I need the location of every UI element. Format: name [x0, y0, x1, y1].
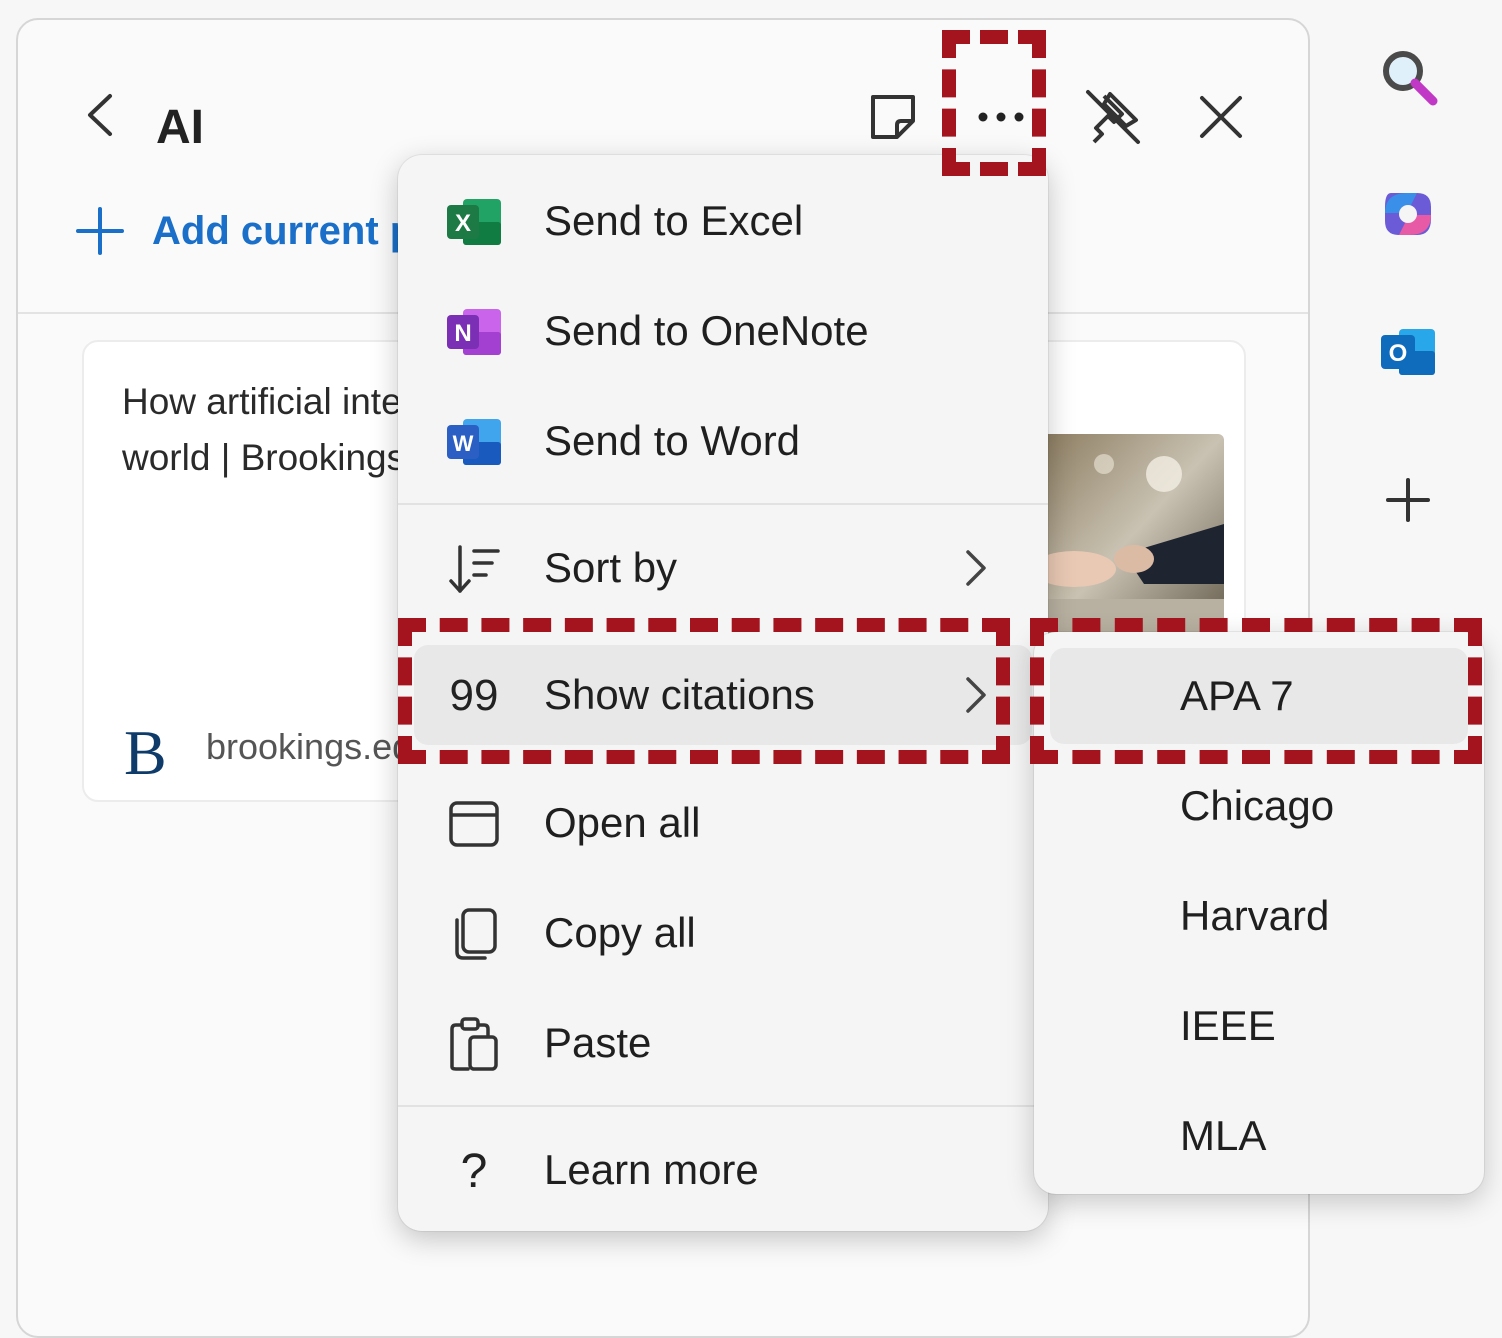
menu-item-label: Send to OneNote — [544, 307, 869, 354]
brookings-logo: B — [124, 717, 167, 788]
back-chevron-icon[interactable] — [80, 90, 120, 140]
menu-item-label: Open all — [544, 799, 701, 846]
menu-item-copy-all[interactable]: Copy all — [414, 883, 1032, 983]
sort-icon — [444, 540, 504, 598]
onenote-glyph: N — [454, 320, 471, 347]
menu-item-paste[interactable]: Paste — [414, 993, 1032, 1093]
word-icon: W — [444, 413, 504, 471]
collection-title: AI — [156, 101, 204, 154]
menu-item-label: Learn more — [544, 1146, 759, 1193]
menu-item-sort-by[interactable]: Sort by — [414, 518, 1032, 618]
menu-item-send-to-word[interactable]: W Send to Word — [414, 391, 1032, 491]
citation-option-label: Harvard — [1180, 892, 1330, 939]
menu-item-open-all[interactable]: Open all — [414, 773, 1032, 873]
chevron-right-icon — [966, 550, 986, 586]
question-glyph: ? — [460, 1144, 488, 1198]
menu-item-learn-more[interactable]: ? Learn more — [414, 1120, 1032, 1220]
search-icon[interactable] — [1372, 40, 1444, 112]
add-current-page-label: Add current p — [152, 208, 415, 253]
citation-option-label: IEEE — [1180, 1002, 1276, 1049]
add-sidebar-app-icon[interactable] — [1372, 464, 1444, 536]
menu-item-label: Send to Word — [544, 417, 801, 464]
callout-apa-7 — [1030, 618, 1482, 764]
paste-icon — [444, 1015, 504, 1073]
outlook-icon[interactable]: O — [1372, 316, 1444, 388]
callout-show-citations — [398, 618, 1010, 764]
question-icon: ? — [444, 1142, 504, 1200]
copy-icon — [444, 905, 504, 963]
add-note-icon[interactable] — [858, 82, 928, 152]
menu-item-send-to-excel[interactable]: X Send to Excel — [414, 171, 1032, 271]
citation-option-label: Chicago — [1180, 782, 1335, 829]
excel-icon: X — [444, 193, 504, 251]
unpin-icon[interactable] — [1078, 82, 1148, 152]
menu-separator — [398, 1105, 1048, 1107]
menu-item-label: Paste — [544, 1019, 652, 1066]
excel-glyph: X — [455, 210, 471, 237]
word-glyph: W — [453, 431, 474, 456]
citation-option-label: MLA — [1180, 1112, 1267, 1159]
citation-option-harvard[interactable]: Harvard — [1050, 868, 1468, 964]
copilot-icon[interactable] — [1372, 178, 1444, 250]
onenote-icon: N — [444, 303, 504, 361]
citation-option-mla[interactable]: MLA — [1050, 1088, 1468, 1184]
outlook-glyph: O — [1389, 340, 1408, 367]
add-current-page-button[interactable]: Add current p — [74, 205, 414, 257]
close-icon[interactable] — [1186, 82, 1256, 152]
callout-more-options — [942, 30, 1046, 176]
plus-icon — [76, 207, 124, 255]
menu-separator — [398, 503, 1048, 505]
card-thumbnail — [1034, 434, 1224, 644]
citation-option-ieee[interactable]: IEEE — [1050, 978, 1468, 1074]
menu-item-send-to-onenote[interactable]: N Send to OneNote — [414, 281, 1032, 381]
citation-option-chicago[interactable]: Chicago — [1050, 758, 1468, 854]
window-icon — [444, 795, 504, 853]
menu-item-label: Send to Excel — [544, 197, 804, 244]
menu-item-label: Copy all — [544, 909, 696, 956]
menu-item-label: Sort by — [544, 544, 678, 591]
